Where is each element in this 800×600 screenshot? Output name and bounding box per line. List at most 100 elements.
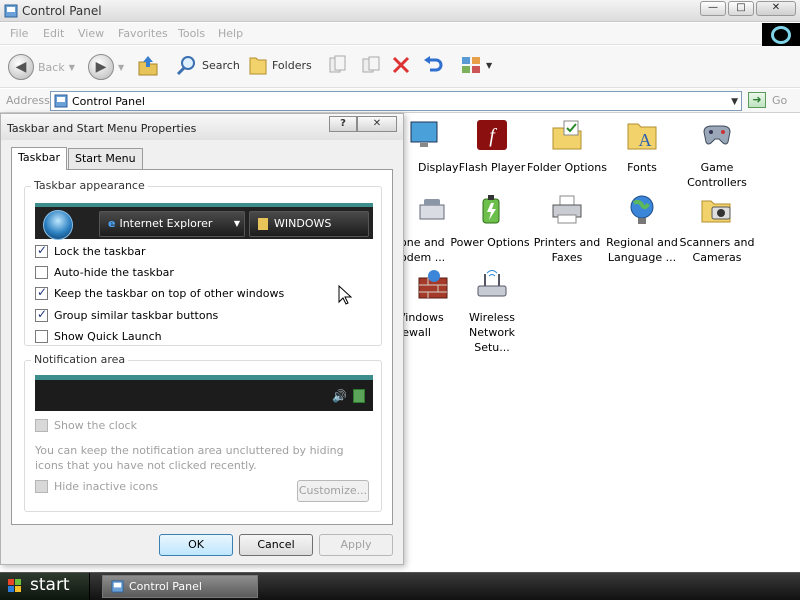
mouse-cursor-icon bbox=[338, 285, 352, 305]
printers-faxes-icon bbox=[552, 195, 582, 224]
checkbox-box[interactable] bbox=[35, 285, 48, 300]
menu-tools[interactable]: Tools bbox=[178, 27, 205, 40]
ok-button[interactable]: OK bbox=[159, 534, 233, 556]
window-title: Control Panel bbox=[22, 4, 102, 18]
checkbox-label: Lock the taskbar bbox=[54, 245, 146, 258]
item-printers-faxes[interactable]: Printers and Faxes bbox=[527, 193, 607, 265]
checkbox-box[interactable] bbox=[35, 330, 48, 343]
checkbox-box[interactable] bbox=[35, 266, 48, 279]
back-button[interactable]: ◀ Back ▼ bbox=[8, 54, 75, 80]
checkbox-label: Auto-hide the taskbar bbox=[54, 266, 174, 279]
power-options-icon bbox=[482, 195, 500, 224]
minimize-button[interactable]: — bbox=[700, 1, 726, 16]
checkbox-label: Keep the taskbar on top of other windows bbox=[54, 287, 285, 300]
checkbox-label: Show Quick Launch bbox=[54, 330, 162, 343]
search-label: Search bbox=[202, 58, 240, 72]
close-button[interactable]: ✕ bbox=[756, 1, 796, 16]
checkbox-box[interactable] bbox=[35, 419, 48, 432]
up-folder-icon[interactable] bbox=[136, 54, 160, 78]
item-fonts[interactable]: A Fonts bbox=[602, 118, 682, 175]
go-button[interactable]: ➜ Go bbox=[748, 92, 787, 108]
volume-icon: 🔊 bbox=[332, 389, 347, 403]
item-label: Scanners and Cameras bbox=[679, 236, 755, 264]
taskbar-control-panel-button[interactable]: Control Panel bbox=[102, 575, 258, 598]
item-label: Power Options bbox=[450, 236, 530, 249]
regional-language-icon bbox=[630, 195, 654, 224]
notification-preview: 🔊 bbox=[35, 375, 373, 411]
quick-launch-checkbox[interactable]: Show Quick Launch bbox=[35, 330, 162, 343]
tab-panel-taskbar: Taskbar appearance e Internet Explorer ▼ … bbox=[11, 169, 393, 525]
taskbar-appearance-label: Taskbar appearance bbox=[31, 179, 148, 192]
go-arrow-icon: ➜ bbox=[748, 92, 766, 108]
toolbar: ◀ Back ▼ ▶ ▼ Search Folders ▼ bbox=[0, 46, 800, 88]
folders-button[interactable]: Folders bbox=[248, 54, 312, 76]
tab-taskbar[interactable]: Taskbar bbox=[11, 147, 67, 170]
copy-to-icon[interactable] bbox=[360, 54, 382, 76]
hide-inactive-checkbox[interactable]: Hide inactive icons bbox=[35, 480, 158, 493]
menu-edit[interactable]: Edit bbox=[43, 27, 64, 40]
dialog-title-buttons: ? ✕ bbox=[329, 116, 397, 132]
delete-icon[interactable] bbox=[390, 54, 412, 76]
menu-view[interactable]: View bbox=[78, 27, 104, 40]
chevron-down-icon: ▼ bbox=[68, 62, 75, 72]
checkbox-label: Show the clock bbox=[54, 419, 137, 432]
preview-ie-button: e Internet Explorer ▼ bbox=[99, 211, 245, 237]
checkbox-box[interactable] bbox=[35, 243, 48, 258]
help-button[interactable]: ? bbox=[329, 116, 357, 132]
tab-start-menu[interactable]: Start Menu bbox=[68, 148, 143, 170]
item-label: Regional and Language ... bbox=[606, 236, 678, 264]
folders-label: Folders bbox=[272, 58, 312, 72]
item-label: Wireless Network Setu... bbox=[468, 311, 516, 354]
chevron-down-icon: ▼ bbox=[118, 62, 125, 72]
preview-ie-label: Internet Explorer bbox=[119, 217, 213, 230]
checkbox-box[interactable] bbox=[35, 480, 48, 493]
menu-favorites[interactable]: Favorites bbox=[118, 27, 168, 40]
show-clock-checkbox[interactable]: Show the clock bbox=[35, 419, 137, 432]
move-to-icon[interactable] bbox=[326, 54, 348, 76]
notification-area-label: Notification area bbox=[31, 353, 129, 366]
maximize-button[interactable]: □ bbox=[728, 1, 754, 16]
back-arrow-icon: ◀ bbox=[8, 54, 34, 80]
checkbox-box[interactable] bbox=[35, 307, 48, 322]
item-label: Game Controllers bbox=[687, 161, 747, 189]
lock-taskbar-checkbox[interactable]: Lock the taskbar bbox=[35, 243, 146, 258]
window-titlebar[interactable]: Control Panel — □ ✕ bbox=[0, 0, 800, 22]
item-folder-options[interactable]: Folder Options bbox=[527, 118, 607, 175]
taskbar-preview: e Internet Explorer ▼ WINDOWS bbox=[35, 203, 373, 240]
item-wireless-network[interactable]: Wireless Network Setu... bbox=[452, 268, 532, 355]
back-label: Back bbox=[38, 60, 65, 74]
folder-options-icon bbox=[552, 120, 582, 150]
menu-file[interactable]: File bbox=[10, 27, 28, 40]
apply-button[interactable]: Apply bbox=[319, 534, 393, 556]
windows-firewall-icon bbox=[418, 270, 448, 299]
address-field[interactable]: Control Panel ▼ bbox=[50, 91, 742, 111]
cancel-button[interactable]: Cancel bbox=[239, 534, 313, 556]
start-label: start bbox=[30, 575, 70, 595]
item-flash-player[interactable]: f Flash Player bbox=[452, 118, 532, 175]
item-power-options[interactable]: Power Options bbox=[450, 193, 532, 250]
keep-on-top-checkbox[interactable]: Keep the taskbar on top of other windows bbox=[35, 285, 285, 300]
chevron-down-icon[interactable]: ▼ bbox=[731, 97, 738, 107]
customize-button[interactable]: Customize... bbox=[297, 480, 369, 502]
dialog-tabs: Taskbar Start Menu bbox=[11, 147, 144, 170]
auto-hide-checkbox[interactable]: Auto-hide the taskbar bbox=[35, 266, 174, 279]
fonts-icon: A bbox=[627, 123, 657, 150]
views-button[interactable]: ▼ bbox=[460, 54, 492, 76]
undo-icon[interactable] bbox=[422, 54, 444, 76]
search-button[interactable]: Search bbox=[176, 54, 240, 76]
control-panel-icon bbox=[111, 580, 124, 593]
item-regional-language[interactable]: Regional and Language ... bbox=[602, 193, 682, 265]
item-label: Folder Options bbox=[527, 161, 607, 174]
windows-logo-icon bbox=[762, 23, 800, 47]
forward-button[interactable]: ▶ ▼ bbox=[88, 54, 124, 80]
svg-text:A: A bbox=[639, 130, 652, 150]
group-buttons-checkbox[interactable]: Group similar taskbar buttons bbox=[35, 307, 218, 322]
checkbox-label: Hide inactive icons bbox=[54, 480, 159, 493]
address-label: Address bbox=[6, 94, 50, 107]
item-game-controllers[interactable]: Game Controllers bbox=[677, 118, 757, 190]
item-scanners-cameras[interactable]: Scanners and Cameras bbox=[677, 193, 757, 265]
start-button[interactable]: start bbox=[0, 573, 90, 600]
dialog-titlebar[interactable]: Taskbar and Start Menu Properties ? ✕ bbox=[1, 114, 403, 140]
dialog-close-button[interactable]: ✕ bbox=[357, 116, 397, 132]
menu-help[interactable]: Help bbox=[218, 27, 243, 40]
